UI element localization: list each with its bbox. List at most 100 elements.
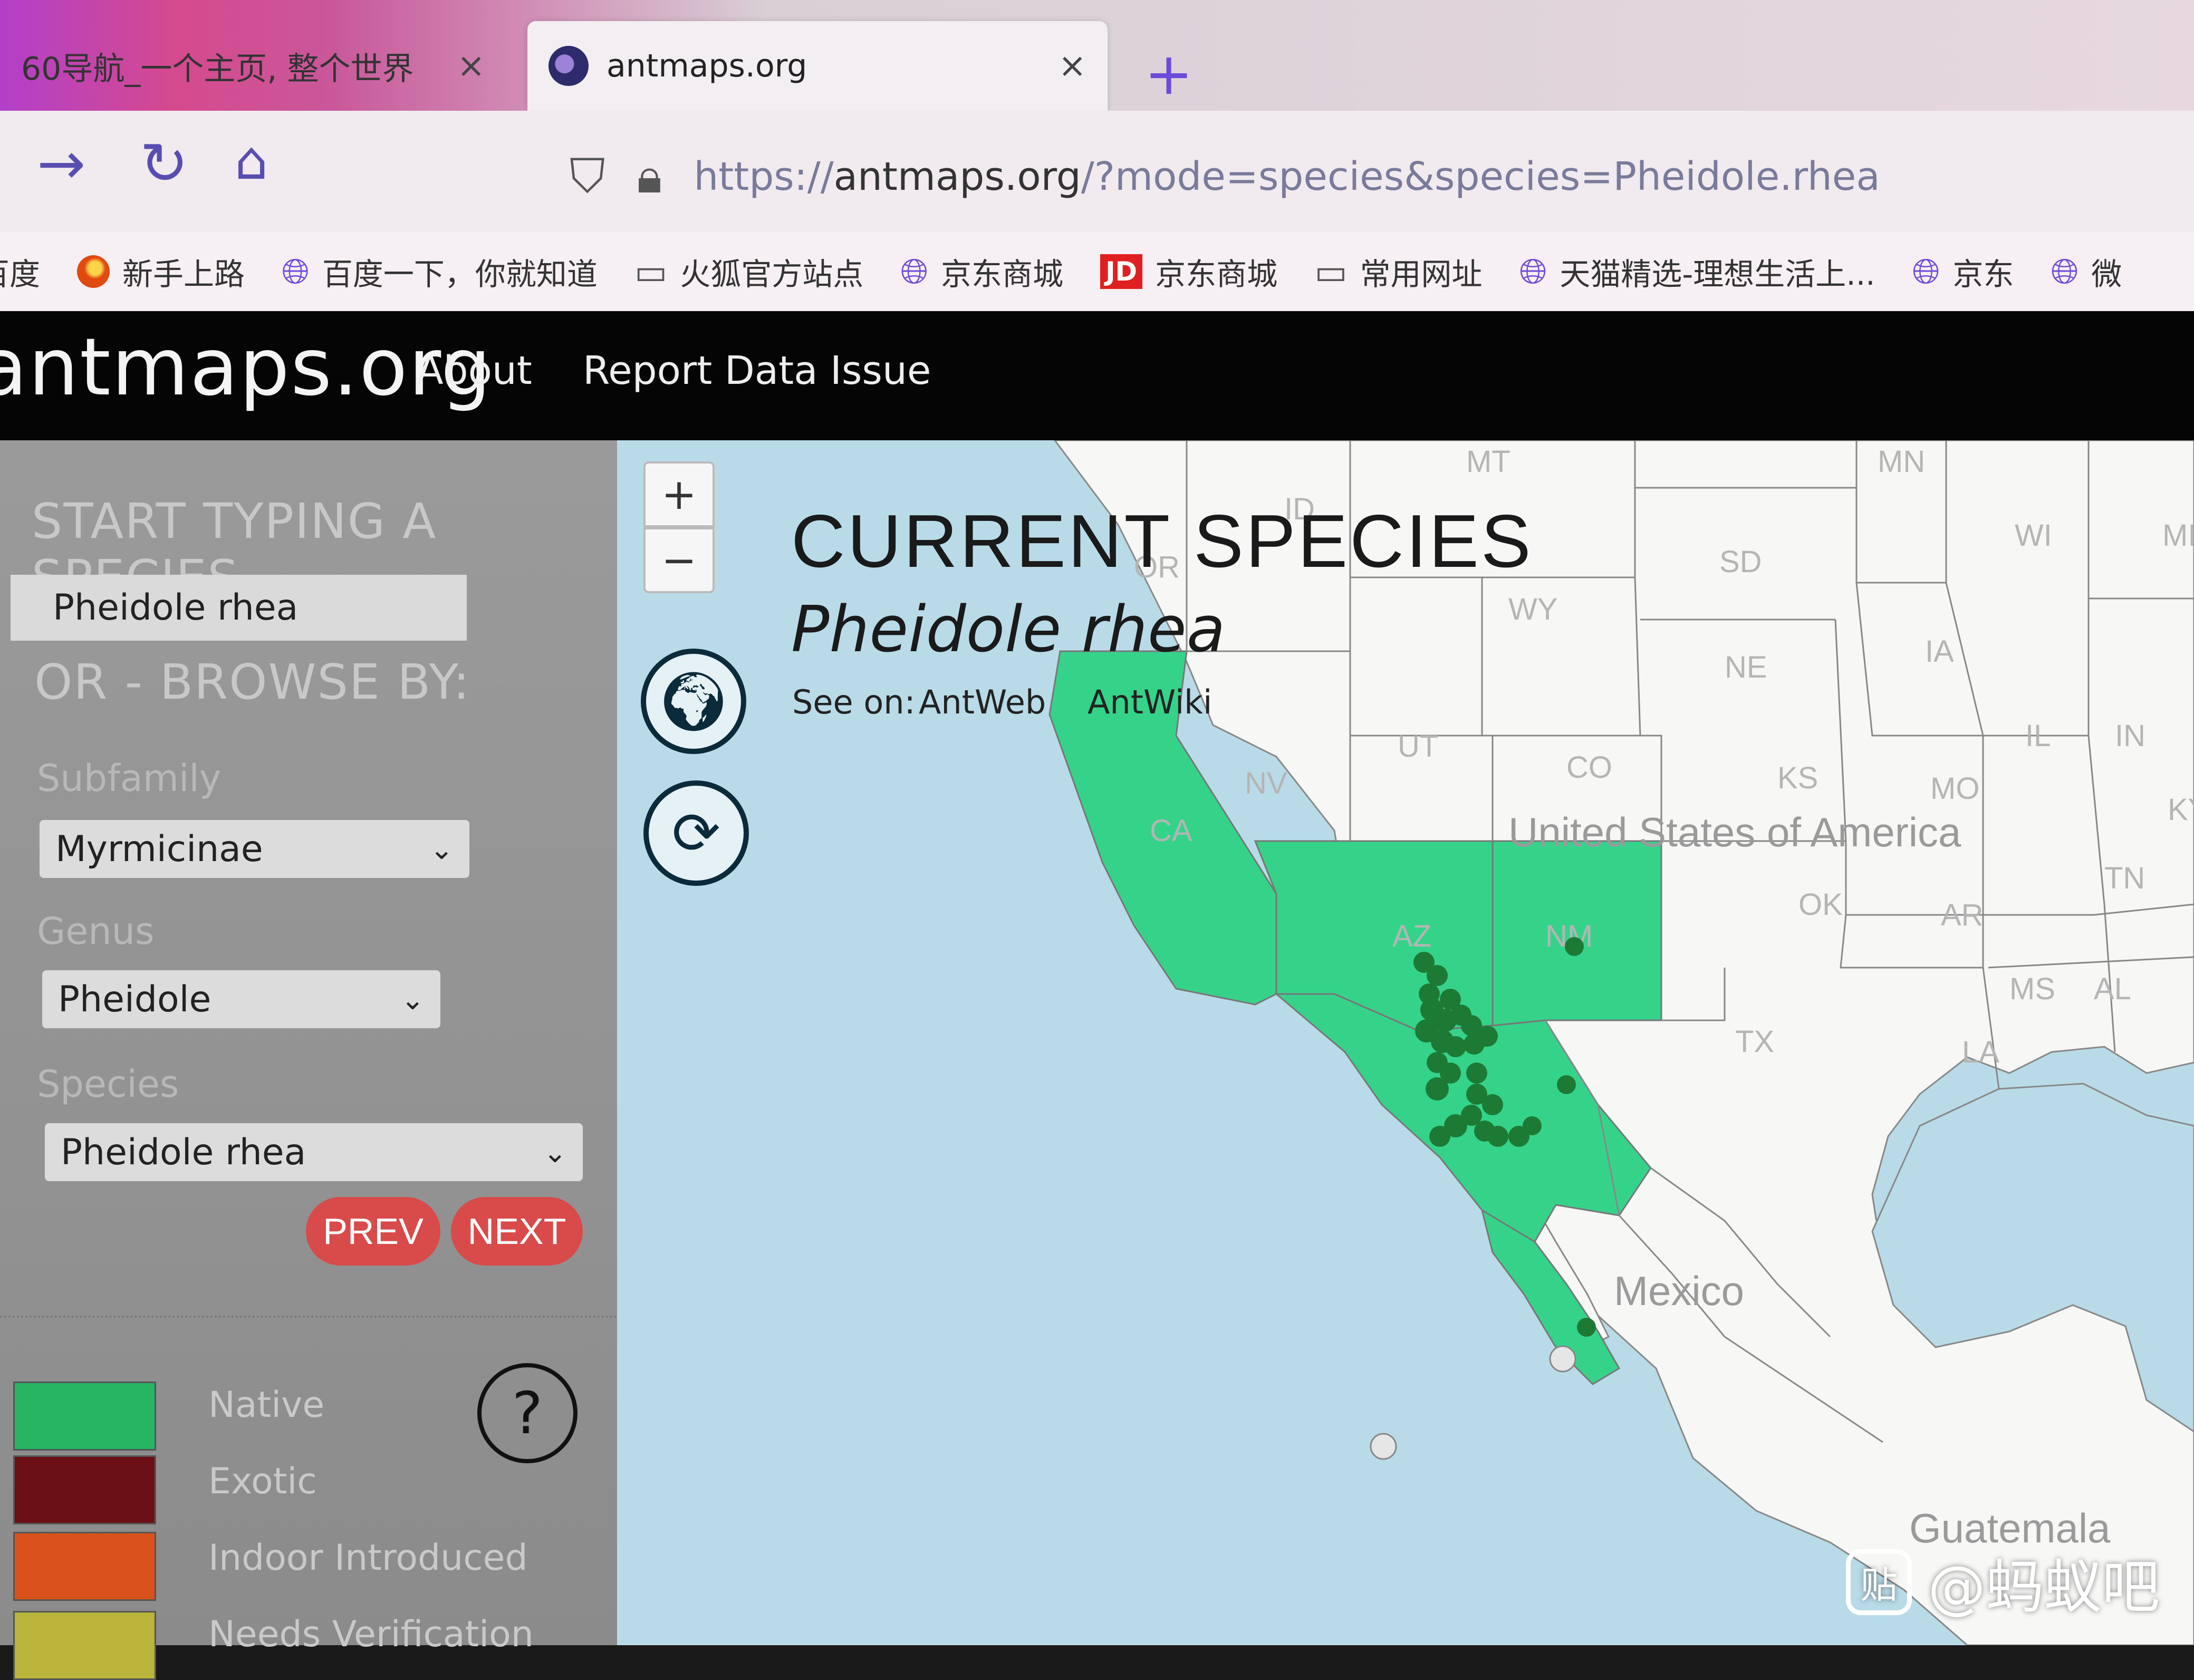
state-label-ks: KS [1777,761,1818,795]
species-sidebar: START TYPING A SPECIES OR - BROWSE BY: S… [0,440,617,1680]
forward-icon[interactable]: → [37,134,85,192]
legend-swatch-native [13,1382,156,1451]
new-tab-button[interactable]: + [1144,45,1193,103]
refresh-icon[interactable]: ⟳ [643,780,749,886]
close-icon[interactable]: × [1058,46,1086,85]
record-point[interactable] [1429,1126,1450,1147]
bookmark-firefox-site[interactable]: ▭ 火狐官方站点 [634,249,863,294]
record-point[interactable] [1557,1075,1576,1094]
land-north-america [1054,440,2194,1645]
antweb-link[interactable]: AntWeb [919,683,1046,721]
bookmark-jd-3[interactable]: 🌐︎ 京东 [1912,249,2014,294]
bookmark-baidu[interactable]: 百度 [0,249,40,294]
species-map[interactable]: MT ID OR WY SD MN WI MI NE IA IL IN KY U… [617,440,2194,1645]
prev-button[interactable]: PREV [306,1197,440,1266]
site-header: antmaps.org About Report Data Issue [0,311,2194,440]
nav-report-link[interactable]: Report Data Issue [583,348,931,393]
browse-heading: OR - BROWSE BY: [34,654,471,710]
bookmark-newbie[interactable]: 新手上路 [77,249,245,294]
state-label-ne: NE [1725,650,1767,684]
state-label-co: CO [1566,750,1612,785]
browser-tab-bar: 60导航_一个主页, 整个世界 × antmaps.org × + [0,0,2194,111]
state-label-ca: CA [1150,814,1192,848]
record-point[interactable] [1487,1126,1508,1147]
species-value: Pheidole rhea [61,1131,306,1173]
bookmark-baidu-search[interactable]: 🌐︎ 百度一下，你就知道 [282,249,598,294]
antmaps-favicon-icon [548,46,589,86]
state-label-ar: AR [1941,898,1984,932]
state-label-wi: WI [2015,518,2052,553]
globe-icon: 🌐︎ [282,250,310,292]
shield-icon: ⛉ [570,149,605,204]
world-view-icon[interactable]: 🌍︎ [641,649,746,754]
bookmarks-bar: 百度 新手上路 🌐︎百度一下，你就知道 ▭火狐官方站点 🌐︎京东商城 JD京东商… [0,232,2194,311]
chevron-down-icon: ⌄ [400,982,425,1016]
nav-about-link[interactable]: About [417,348,532,393]
state-label-ms: MS [2009,972,2055,1006]
state-label-nv: NV [1245,766,1287,800]
record-point[interactable] [1477,1026,1498,1047]
tab-antmaps[interactable]: antmaps.org × [527,21,1108,111]
record-point [1549,1345,1576,1373]
legend-label-exotic: Exotic [208,1461,317,1502]
url-text[interactable]: https://antmaps.org/?mode=species&specie… [694,154,1880,199]
close-icon[interactable]: × [457,46,485,85]
state-label-il: IL [2025,719,2051,753]
address-bar[interactable]: ⛉ 🔒︎ https://antmaps.org/?mode=species&s… [570,132,2194,221]
state-label-ut: UT [1398,729,1438,764]
chevron-down-icon: ⌄ [543,1135,567,1169]
tieba-logo-icon: 贴 [1846,1549,1912,1615]
lock-icon: 🔒︎ [637,149,662,204]
zoom-out-button[interactable]: − [643,527,715,593]
record-point[interactable] [1577,1318,1596,1337]
state-label-al: AL [2094,972,2131,1006]
bookmark-wei[interactable]: 🌐︎ 微 [2051,249,2122,294]
globe-icon: 🌐︎ [2051,250,2079,292]
firefox-icon [77,255,110,288]
subfamily-value: Myrmicinae [55,828,263,870]
state-label-mo: MO [1930,771,1979,806]
record-point[interactable] [1523,1116,1542,1135]
next-button[interactable]: NEXT [451,1197,583,1266]
legend-help-button[interactable]: ? [477,1363,578,1463]
state-label-mt: MT [1466,445,1510,479]
watermark-text: @蚂蚁吧 [1928,1553,2160,1621]
genus-value: Pheidole [58,978,211,1020]
zoom-in-button[interactable]: + [643,461,715,527]
tieba-watermark: 贴 @蚂蚁吧 [1846,1540,2160,1624]
record-point[interactable] [1445,1036,1466,1057]
tab-label: antmaps.org [607,47,807,84]
state-label-in: IN [2115,719,2145,753]
species-search-input[interactable] [11,575,467,641]
record-point[interactable] [1565,937,1584,956]
bookmark-tmall[interactable]: 🌐︎ 天猫精选-理想生活上... [1519,249,1875,294]
genus-select[interactable]: Pheidole ⌄ [42,970,440,1028]
country-label-mexico: Mexico [1614,1268,1744,1314]
genus-label: Genus [37,910,155,953]
country-label-usa: United States of America [1508,809,1961,855]
tab-60nav[interactable]: 60导航_一个主页, 整个世界 × [0,21,506,111]
species-select[interactable]: Pheidole rhea ⌄ [45,1123,583,1181]
state-label-mi: MI [2162,518,2194,553]
folder-icon: ▭ [634,251,668,292]
bookmark-common[interactable]: ▭ 常用网址 [1314,249,1482,294]
folder-icon: ▭ [1314,251,1348,292]
home-icon[interactable]: ⌂ [235,134,268,187]
record-point[interactable] [1466,1063,1487,1084]
bookmark-jd-2[interactable]: JD 京东商城 [1100,249,1277,294]
species-label: Species [37,1063,179,1106]
legend-swatch-verify [13,1611,156,1680]
state-label-tn: TN [2104,861,2145,895]
record-point[interactable] [1426,1077,1449,1100]
subfamily-label: Subfamily [37,757,222,800]
globe-icon: 🌐︎ [1519,250,1547,292]
antwiki-link[interactable]: AntWiki [1088,683,1212,721]
jd-icon: JD [1100,254,1143,289]
bookmark-jd-1[interactable]: 🌐︎ 京东商城 [900,249,1063,294]
record-point[interactable] [1482,1094,1503,1115]
reload-icon[interactable]: ↻ [140,134,188,192]
state-label-la: LA [1962,1035,1999,1069]
subfamily-select[interactable]: Myrmicinae ⌄ [40,820,469,878]
legend-label-native: Native [208,1384,325,1426]
record-point[interactable] [1427,965,1448,986]
